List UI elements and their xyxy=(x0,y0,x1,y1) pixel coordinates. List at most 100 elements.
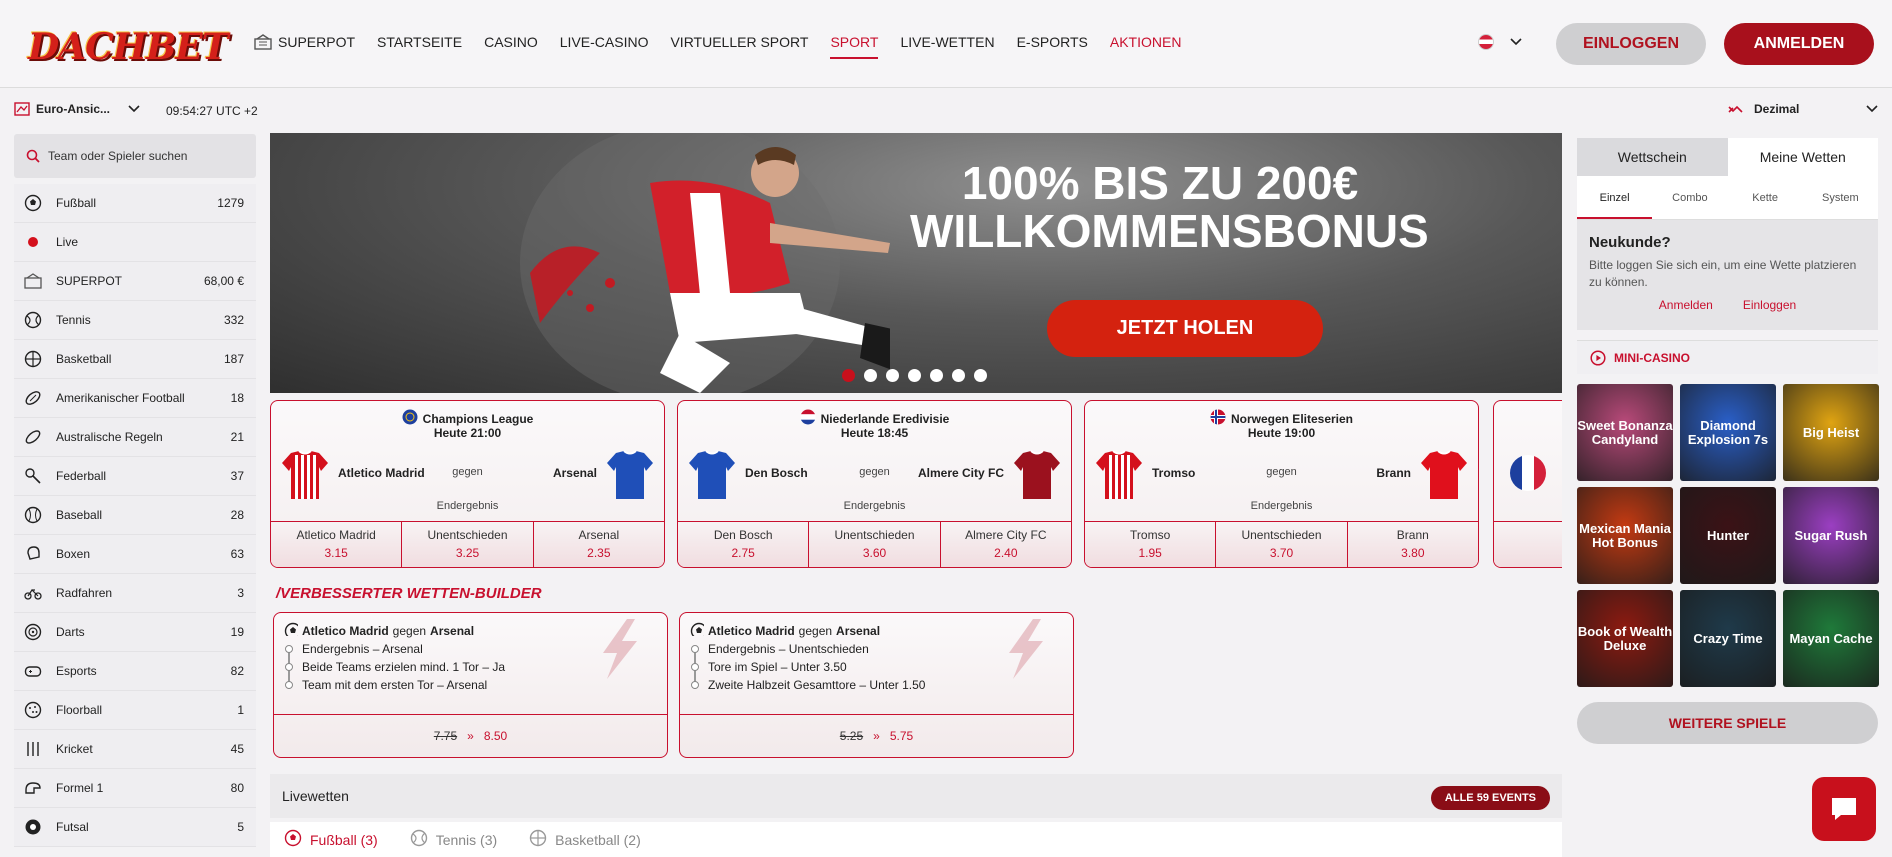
sidebar-item-amerikanischer-football[interactable]: Amerikanischer Football 18 xyxy=(14,379,256,418)
sidebar-item-count: 332 xyxy=(223,313,244,327)
odd-button[interactable]: Unentschieden 3.70 xyxy=(1216,522,1348,567)
sports-list: Fußball 1279 Live SUPERPOT 68,00 € Tennis 332 B… xyxy=(14,184,256,847)
casino-game-tile[interactable]: Diamond Explosion 7s xyxy=(1680,384,1776,481)
odd-button[interactable]: Atletico Madrid 3.15 xyxy=(271,522,403,567)
chat-button[interactable] xyxy=(1812,777,1876,841)
nav-live-casino[interactable]: LIVE-CASINO xyxy=(560,34,649,50)
sidebar-item-count: 45 xyxy=(230,742,244,756)
sidebar-item-darts[interactable]: Darts 19 xyxy=(14,613,256,652)
carousel-dot[interactable] xyxy=(864,369,877,382)
dachbet-logo[interactable]: DACHBET xyxy=(28,22,228,72)
login-button[interactable]: EINLOGGEN xyxy=(1556,23,1706,65)
odds-format-selector[interactable]: Dezimal xyxy=(1728,102,1878,116)
casino-game-tile[interactable]: Hunter xyxy=(1680,487,1776,584)
live-tab[interactable]: Tennis (3) xyxy=(410,829,497,850)
mini-casino-header[interactable]: MINI-CASINO xyxy=(1577,340,1878,374)
casino-game-tile[interactable]: Book of Wealth Deluxe xyxy=(1577,590,1673,687)
nav-sport[interactable]: SPORT xyxy=(830,34,878,59)
tab-combo[interactable]: Combo xyxy=(1652,176,1727,219)
carousel-dot[interactable] xyxy=(842,369,855,382)
odd-button[interactable]: Almere City FC 2.40 xyxy=(940,522,1071,567)
carousel-dot[interactable] xyxy=(952,369,965,382)
casino-game-tile[interactable]: Crazy Time xyxy=(1680,590,1776,687)
sidebar-item-fußball[interactable]: Fußball 1279 xyxy=(14,184,256,223)
carousel-dot[interactable] xyxy=(886,369,899,382)
sidebar-item-basketball[interactable]: Basketball 187 xyxy=(14,340,256,379)
promo-banner[interactable]: 100% BIS ZU 200€ WILLKOMMENSBONUS JETZT … xyxy=(270,133,1562,393)
league-name: Champions League xyxy=(422,411,534,426)
tab-system[interactable]: System xyxy=(1803,176,1878,219)
sidebar-item-futsal[interactable]: Futsal 5 xyxy=(14,808,256,847)
sidebar-item-count: 37 xyxy=(230,469,244,483)
casino-game-tile[interactable]: Mayan Cache xyxy=(1783,590,1879,687)
match-card[interactable]: Champions League Heute 21:00 Atletico Madr… xyxy=(270,400,665,568)
betslip-login-link[interactable]: Einloggen xyxy=(1743,298,1796,312)
sidebar-item-radfahren[interactable]: Radfahren 3 xyxy=(14,574,256,613)
nav-casino[interactable]: CASINO xyxy=(484,34,538,50)
live-sport-tabs: Fußball (3) Tennis (3) Basketball (2) xyxy=(270,822,1562,857)
sidebar-item-count: 80 xyxy=(230,781,244,795)
tab-wettschein[interactable]: Wettschein xyxy=(1577,138,1728,176)
casino-game-tile[interactable]: Big Heist xyxy=(1783,384,1879,481)
sidebar-item-baseball[interactable]: Baseball 28 xyxy=(14,496,256,535)
odd-button[interactable]: Unentschieden 3.60 xyxy=(809,522,941,567)
casino-game-tile[interactable]: Mexican Mania Hot Bonus xyxy=(1577,487,1673,584)
odd-button[interactable]: Den Bosch 2.75 xyxy=(678,522,810,567)
sidebar-item-superpot[interactable]: SUPERPOT 68,00 € xyxy=(14,262,256,301)
casino-game-tile[interactable]: Sugar Rush xyxy=(1783,487,1879,584)
banner-cta-button[interactable]: JETZT HOLEN xyxy=(1047,300,1323,357)
more-games-button[interactable]: WEITERE SPIELE xyxy=(1577,702,1878,744)
casino-game-tile[interactable]: Sweet Bonanza Candyland xyxy=(1577,384,1673,481)
bet-builder-odds[interactable]: 5.25 » 5.75 xyxy=(680,714,1073,757)
carousel-dot[interactable] xyxy=(930,369,943,382)
tab-meine-wetten[interactable]: Meine Wetten xyxy=(1728,138,1879,176)
live-tab[interactable]: Fußball (3) xyxy=(284,829,378,850)
sidebar-item-label: Boxen xyxy=(56,547,91,561)
tab-einzel[interactable]: Einzel xyxy=(1577,176,1653,219)
odd-button[interactable] xyxy=(1494,522,1562,567)
sidebar-item-floorball[interactable]: Floorball 1 xyxy=(14,691,256,730)
sidebar-item-federball[interactable]: Federball 37 xyxy=(14,457,256,496)
bet-builder-card[interactable]: Atletico Madrid gegen Arsenal Endergebnis –… xyxy=(679,612,1074,758)
lightning-icon xyxy=(993,617,1055,681)
tab-kette[interactable]: Kette xyxy=(1728,176,1803,219)
search-input[interactable]: Team oder Spieler suchen xyxy=(14,134,256,178)
sidebar-item-count: 1279 xyxy=(217,196,244,210)
odd-button[interactable]: Arsenal 2.35 xyxy=(533,522,664,567)
bet-builder-card[interactable]: Atletico Madrid gegen Arsenal Endergebnis –… xyxy=(273,612,668,758)
carousel-dot[interactable] xyxy=(974,369,987,382)
nav-aktionen[interactable]: AKTIONEN xyxy=(1110,34,1182,50)
sidebar-item-formel-1[interactable]: Formel 1 80 xyxy=(14,769,256,808)
nav-virtual-sport[interactable]: VIRTUELLER SPORT xyxy=(670,34,808,50)
carousel-dot[interactable] xyxy=(908,369,921,382)
basketball-icon xyxy=(529,829,547,850)
betslip-register-link[interactable]: Anmelden xyxy=(1659,298,1713,312)
match-card[interactable]: Niederlande Eredivisie Heute 18:45 Den Bos… xyxy=(677,400,1072,568)
sidebar-item-australische-regeln[interactable]: Australische Regeln 21 xyxy=(14,418,256,457)
odds-view-selector[interactable]: Euro-Ansic... xyxy=(14,102,140,116)
odd-button[interactable]: Brann 3.80 xyxy=(1347,522,1478,567)
sidebar-item-boxen[interactable]: Boxen 63 xyxy=(14,535,256,574)
live-tab[interactable]: Basketball (2) xyxy=(529,829,641,850)
register-button[interactable]: ANMELDEN xyxy=(1724,23,1874,65)
sidebar-item-label: Darts xyxy=(56,625,85,639)
odd-button[interactable]: Tromso 1.95 xyxy=(1085,522,1217,567)
live-tab-label: Fußball (3) xyxy=(310,831,378,848)
match-card-partial[interactable] xyxy=(1493,400,1562,568)
bet-builder-odds[interactable]: 7.75 » 8.50 xyxy=(274,714,667,757)
language-selector[interactable] xyxy=(1478,34,1522,50)
match-card[interactable]: Norwegen Eliteserien Heute 19:00 Tromso geg… xyxy=(1084,400,1479,568)
odd-label: Arsenal xyxy=(578,528,620,542)
nav-live-wetten[interactable]: LIVE-WETTEN xyxy=(900,34,994,50)
sidebar-item-live[interactable]: Live xyxy=(14,223,256,262)
nav-superpot[interactable]: SUPERPOT xyxy=(254,34,355,50)
football-icon xyxy=(284,829,302,850)
all-events-button[interactable]: ALLE 59 EVENTS xyxy=(1430,786,1550,810)
nav-esports[interactable]: E-SPORTS xyxy=(1017,34,1088,50)
odd-button[interactable]: Unentschieden 3.25 xyxy=(402,522,534,567)
nav-startseite[interactable]: STARTSEITE xyxy=(377,34,462,50)
odds-trend-icon xyxy=(1728,105,1743,113)
sidebar-item-esports[interactable]: Esports 82 xyxy=(14,652,256,691)
sidebar-item-tennis[interactable]: Tennis 332 xyxy=(14,301,256,340)
sidebar-item-kricket[interactable]: Kricket 45 xyxy=(14,730,256,769)
